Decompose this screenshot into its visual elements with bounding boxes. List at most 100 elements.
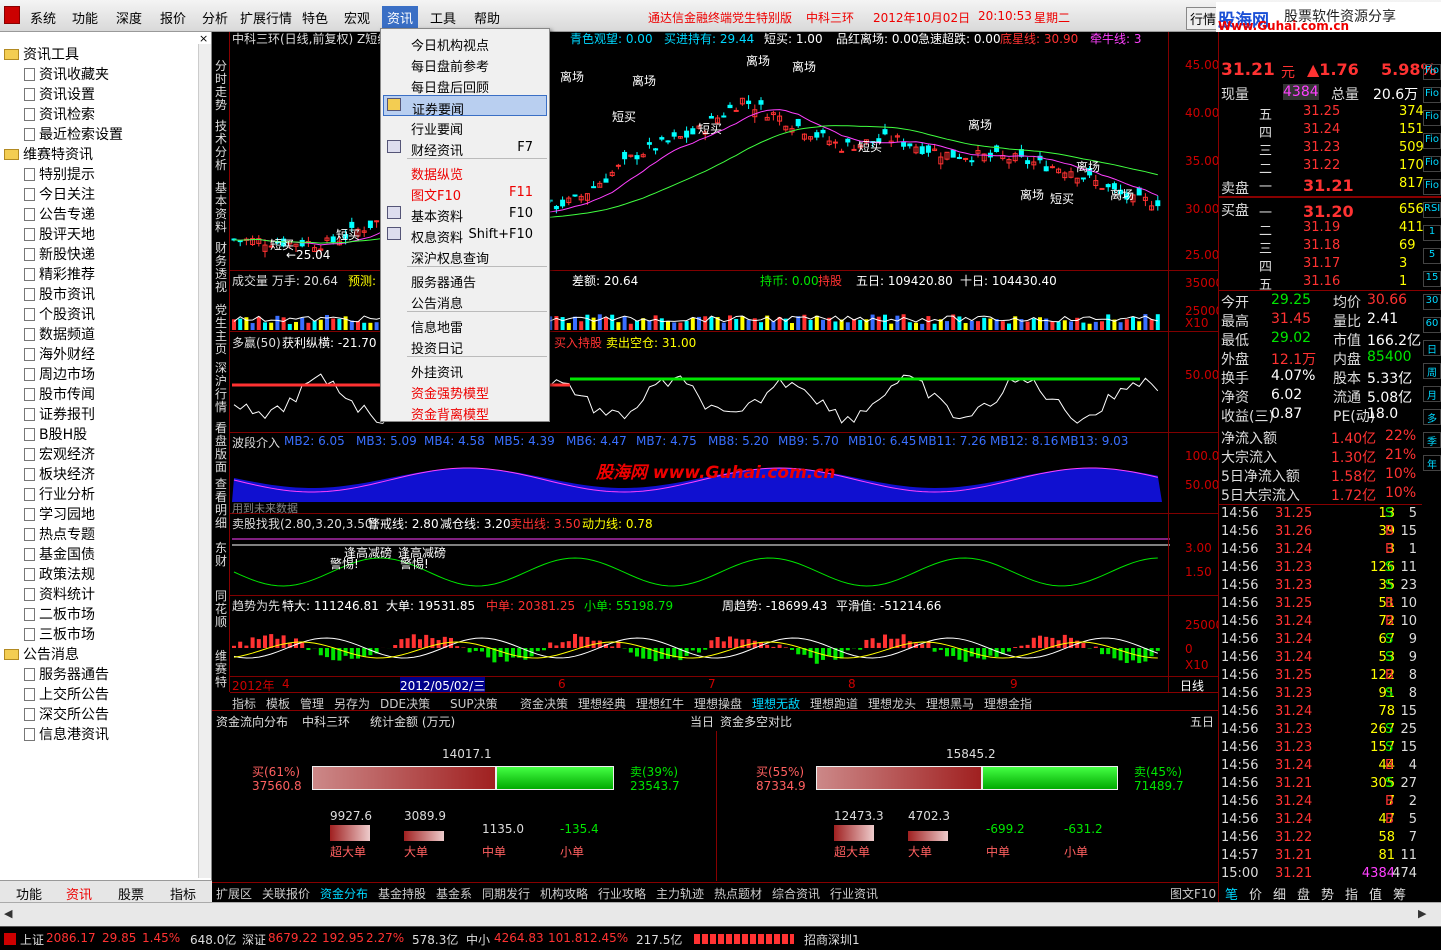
bottom-tab-2[interactable]: 资金分布 [320,885,368,902]
vtab-4[interactable]: 党生主页 [215,304,228,356]
tree-item[interactable]: 数据频道 [24,324,95,344]
tree-item[interactable]: 行业分析 [24,484,95,504]
side-button-15[interactable]: 多 [1423,409,1441,425]
quote-tab-5[interactable]: 指 [1345,884,1358,903]
menu-option-2[interactable]: 每日盘后回顾 [383,74,547,96]
bottom-tab-8[interactable]: 主力轨迹 [656,885,704,902]
side-button-3[interactable]: Fio [1423,133,1441,149]
menu-option-16[interactable]: 资金强势模型 [383,380,547,402]
side-button-9[interactable]: 15 [1423,271,1441,287]
tree-item[interactable]: 板块经济 [24,464,95,484]
menu-10[interactable]: 帮助 [474,8,500,27]
menu-option-4[interactable]: 行业要闻 [383,116,547,138]
menu-option-3[interactable]: 证券要闻 [383,95,547,118]
bottom-tab-6[interactable]: 机构攻略 [540,885,588,902]
menu-2[interactable]: 深度 [116,8,142,27]
tree-item[interactable]: 二板市场 [24,604,95,624]
quote-tab-7[interactable]: 筹 [1393,884,1406,903]
side-button-13[interactable]: 周 [1423,363,1441,379]
tree-item[interactable]: 周边市场 [24,364,95,384]
menu-option-9[interactable]: 权息资料 Shift+F10 [383,224,547,246]
quote-tab-2[interactable]: 细 [1273,884,1286,903]
menu-option-6[interactable]: 数据纵览 [383,161,547,183]
menu-option-7[interactable]: 图文F10 F11 [383,182,547,204]
side-button-8[interactable]: 5 [1423,248,1441,264]
tree-item[interactable]: 股市资讯 [24,284,95,304]
vtab-8[interactable]: 东财 [215,542,228,568]
side-button-10[interactable]: 30 [1423,294,1441,310]
bottom-tab-10[interactable]: 综合资讯 [772,885,820,902]
menu-8[interactable]: 资讯 [382,6,419,29]
menu-6[interactable]: 特色 [302,8,328,27]
side-button-1[interactable]: Fio [1423,87,1441,103]
kline-chart[interactable] [230,32,1218,692]
vtab-10[interactable]: 维赛特 [215,650,228,689]
menu-option-5[interactable]: 财经资讯 F7 [383,137,547,159]
tree-item[interactable]: 资讯设置 [24,84,95,104]
vtab-6[interactable]: 看盘版面 [215,422,228,474]
tree-item[interactable]: 股市传闻 [24,384,95,404]
scroll-left-icon[interactable]: ◀ [4,907,12,920]
tree-item[interactable]: 资讯收藏夹 [24,64,109,84]
menu-1[interactable]: 功能 [72,8,98,27]
tree-item[interactable]: 精彩推荐 [24,264,95,284]
horizontal-scrollbar[interactable]: ◀ ▶ [0,902,1441,926]
side-button-5[interactable]: Fio [1423,179,1441,195]
bottom-tab-11[interactable]: 行业资讯 [830,885,878,902]
tree-item[interactable]: 宏观经济 [24,444,95,464]
menu-3[interactable]: 报价 [160,8,186,27]
tree-item[interactable]: 政策法规 [24,564,95,584]
side-button-2[interactable]: Fio [1423,110,1441,126]
tree-item[interactable]: 三板市场 [24,624,95,644]
tree-group[interactable]: 公告消息 [4,644,79,664]
quote-tab-0[interactable]: 笔 [1225,884,1238,903]
tree-item[interactable]: 上交所公告 [24,684,109,704]
menu-9[interactable]: 工具 [430,8,456,27]
sidebar-tab-0[interactable]: 功能 [16,884,42,903]
menu-7[interactable]: 宏观 [344,8,370,27]
quote-tab-3[interactable]: 盘 [1297,884,1310,903]
side-button-7[interactable]: 1 [1423,225,1441,241]
vtab-3[interactable]: 财务透视 [215,242,228,294]
tree-item[interactable]: 特别提示 [24,164,95,184]
vtab-1[interactable]: 技术分析 [215,120,228,172]
vtab-2[interactable]: 基本资料 [215,182,228,234]
tree-item[interactable]: 资讯检索 [24,104,95,124]
menu-option-11[interactable]: 服务器通告 [383,269,547,291]
bottom-tab-7[interactable]: 行业攻略 [598,885,646,902]
menu-option-15[interactable]: 外挂资讯 [383,359,547,381]
menu-option-12[interactable]: 公告消息 [383,290,547,312]
right-period[interactable]: 五日 [1190,713,1214,730]
bottom-tab-0[interactable]: 扩展区 [216,885,252,902]
menu-option-1[interactable]: 每日盘前参考 [383,53,547,75]
tree-item[interactable]: 资料统计 [24,584,95,604]
app-icon[interactable] [4,6,20,24]
quote-tab-6[interactable]: 值 [1369,884,1382,903]
menu-option-8[interactable]: 基本资料 F10 [383,203,547,225]
tree-item[interactable]: B股H股 [24,424,87,444]
menu-4[interactable]: 分析 [202,8,228,27]
menu-0[interactable]: 系统 [30,8,56,27]
tree-item[interactable]: 个股资讯 [24,304,95,324]
tree-item[interactable]: 信息港资讯 [24,724,109,744]
hq-button[interactable]: 行情 [1186,7,1221,30]
scroll-right-icon[interactable]: ▶ [1418,907,1426,920]
side-button-4[interactable]: Fio [1423,156,1441,172]
side-button-6[interactable]: RSI [1423,202,1441,218]
tree-item[interactable]: 公告专递 [24,204,95,224]
quote-tab-4[interactable]: 势 [1321,884,1334,903]
vtab-7[interactable]: 查看明细 [215,478,228,530]
left-period[interactable]: 当日 [690,713,714,730]
tree-item[interactable]: 今日关注 [24,184,95,204]
bottom-tab-4[interactable]: 基金系 [436,885,472,902]
sidebar-tab-3[interactable]: 指标 [170,884,196,903]
tree-item[interactable]: 深交所公告 [24,704,109,724]
sidebar-scrollbar[interactable] [198,44,211,878]
vtab-9[interactable]: 同花顺 [215,590,228,629]
tree-item[interactable]: 学习园地 [24,504,95,524]
sidebar-tab-1[interactable]: 资讯 [66,884,92,903]
tree-item[interactable]: 最近检索设置 [24,124,123,144]
side-button-14[interactable]: 月 [1423,386,1441,402]
vtab-0[interactable]: 分时走势 [215,60,228,112]
vtab-5[interactable]: 深沪行情 [215,362,228,414]
